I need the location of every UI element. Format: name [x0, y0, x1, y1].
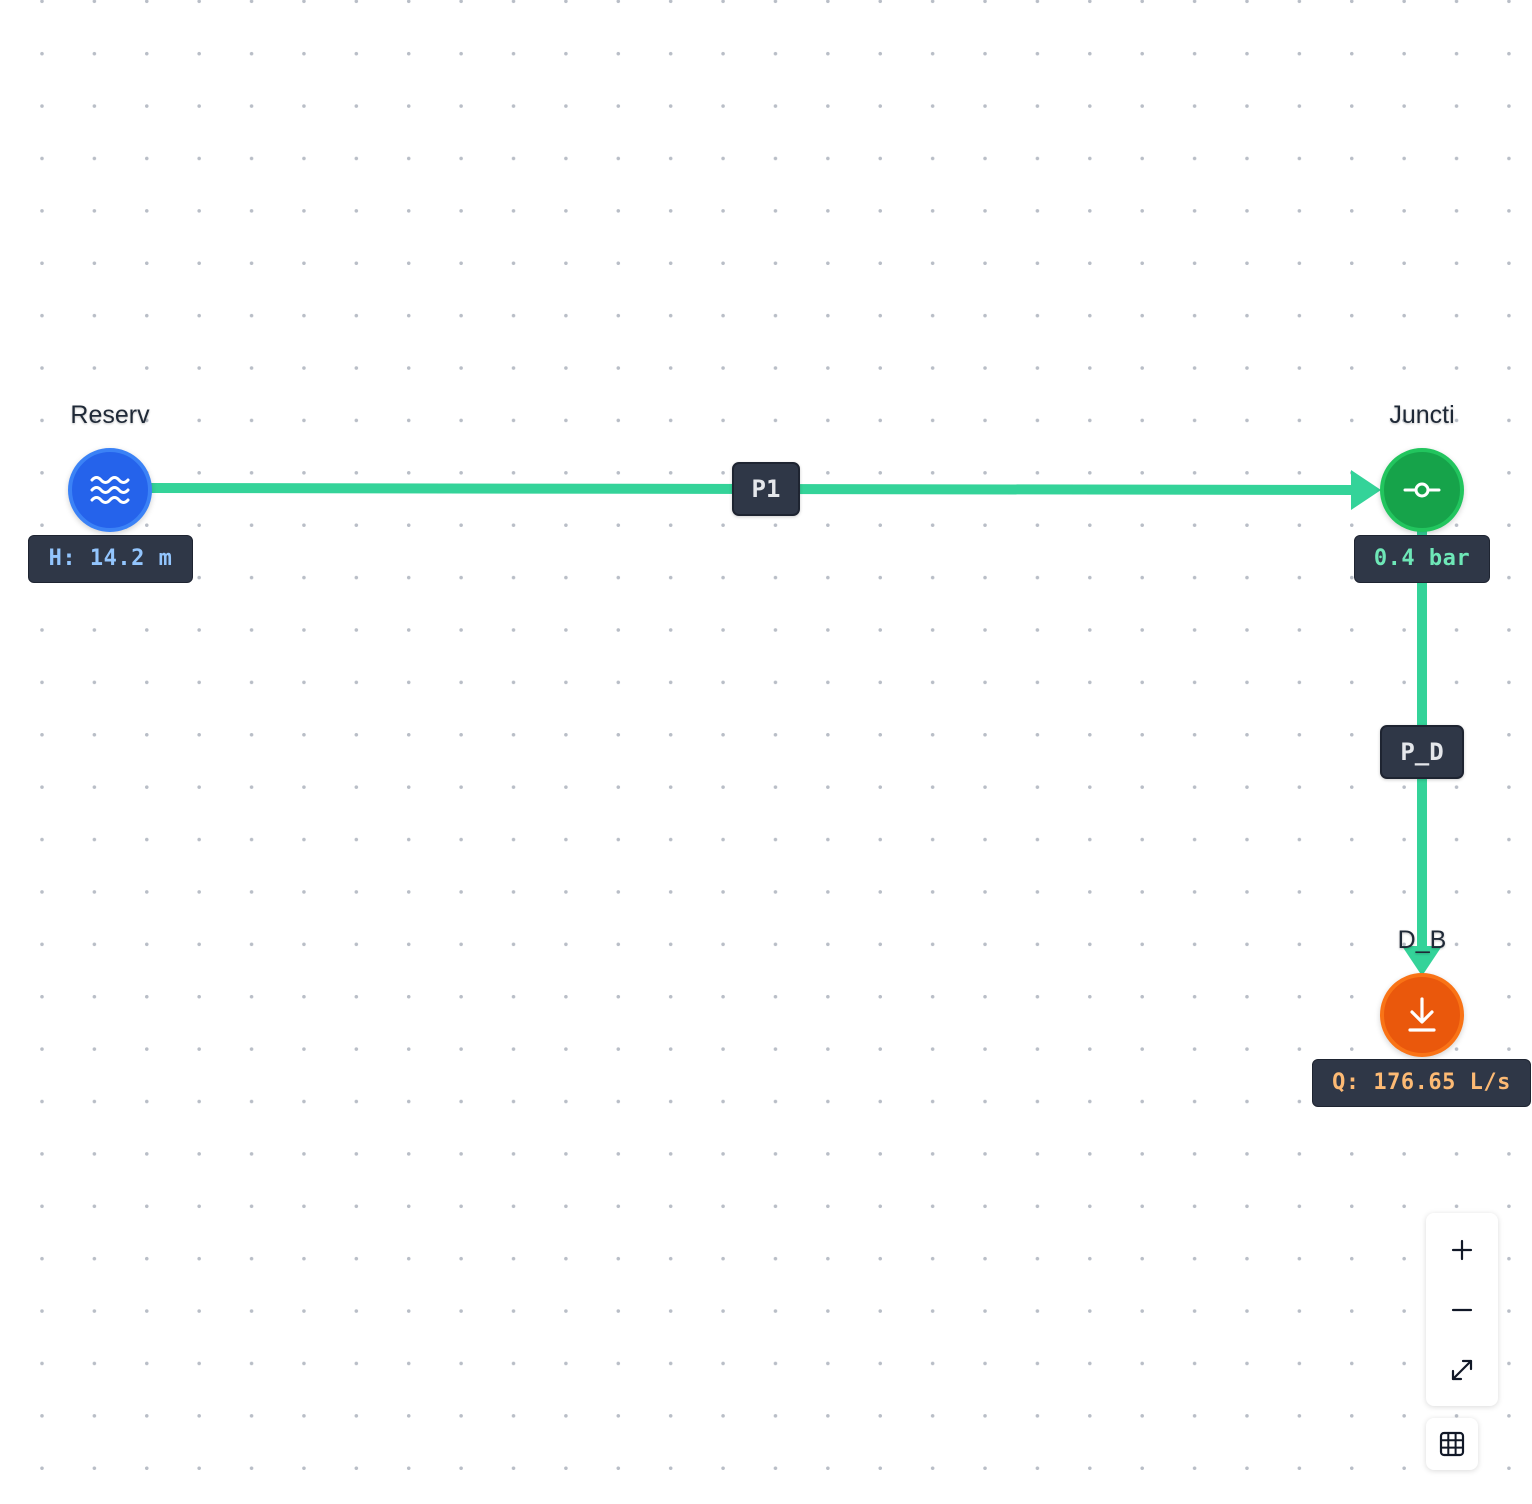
- reservoir-head-badge: H: 14.2 m: [28, 535, 193, 583]
- download-arrow-icon: [1408, 997, 1436, 1032]
- expand-icon: [1451, 1359, 1473, 1381]
- reservoir-label: Reserv: [70, 401, 150, 429]
- pipe-layer: [149, 470, 1442, 976]
- junction-label: Juncti: [1389, 401, 1455, 429]
- demand-label: D_B: [1397, 926, 1447, 954]
- zoom-in-button[interactable]: [1426, 1220, 1498, 1280]
- pipe-p1-label[interactable]: P1: [732, 462, 800, 516]
- table-view-button[interactable]: [1426, 1418, 1478, 1470]
- water-waves-icon: [90, 476, 130, 504]
- fit-view-button[interactable]: [1426, 1340, 1498, 1400]
- minus-icon: [1451, 1308, 1473, 1312]
- pipe-p1-arrowhead: [1351, 470, 1381, 510]
- pipe-p-d-label[interactable]: P_D: [1380, 725, 1464, 779]
- junction-icon: [1403, 482, 1441, 498]
- plus-icon: [1451, 1239, 1473, 1261]
- demand-node[interactable]: [1380, 973, 1464, 1057]
- junction-pressure-badge: 0.4 bar: [1354, 535, 1490, 583]
- junction-node[interactable]: [1380, 448, 1464, 532]
- zoom-out-button[interactable]: [1426, 1280, 1498, 1340]
- zoom-controls: [1426, 1213, 1498, 1406]
- grid-table-icon: [1439, 1431, 1465, 1457]
- reservoir-node[interactable]: [68, 448, 152, 532]
- demand-flow-badge: Q: 176.65 L/s: [1312, 1059, 1531, 1107]
- diagram-canvas[interactable]: Reserv H: 14.2 m Juncti 0.4 bar D_B Q: 1…: [0, 0, 1532, 1504]
